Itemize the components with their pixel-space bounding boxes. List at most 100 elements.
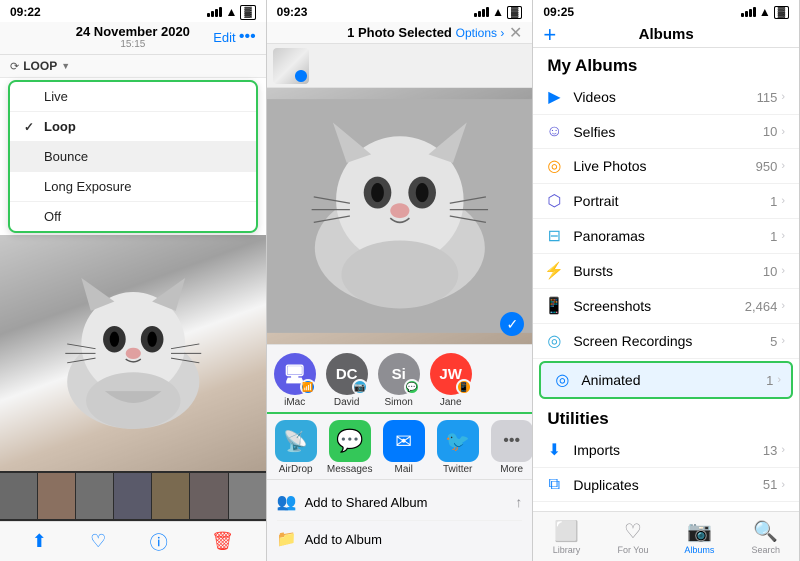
- app-name-mail: Mail: [395, 464, 413, 475]
- thumb-3[interactable]: [76, 473, 113, 519]
- wifi-icon-1: ▲: [225, 5, 237, 19]
- app-icon-messages: 💬: [329, 420, 371, 462]
- tab-albums[interactable]: 📷 Albums: [666, 519, 732, 555]
- album-item-selfies[interactable]: ☺ Selfies 10 ›: [533, 115, 799, 149]
- thumb-5[interactable]: [152, 473, 189, 519]
- contact-avatar-david: DC 📷: [326, 353, 368, 395]
- albums-title: Albums: [639, 26, 694, 43]
- dropdown-item-loop[interactable]: ✓ Loop: [10, 112, 256, 142]
- album-item-animated[interactable]: ◎ Animated 1 ›: [539, 361, 793, 399]
- album-item-duplicates[interactable]: ⧉ Duplicates 51 ›: [533, 468, 799, 502]
- app-icon-airdrop: 📡: [275, 420, 317, 462]
- dropdown-item-bounce[interactable]: Bounce: [10, 142, 256, 172]
- thumb-1[interactable]: [0, 473, 37, 519]
- album-count-selfies: 10: [763, 124, 777, 139]
- contact-badge-simon: 💬: [404, 379, 420, 395]
- wifi-icon-2: ▲: [492, 5, 504, 19]
- heart-button[interactable]: ♡: [90, 531, 106, 552]
- dropdown-item-off[interactable]: Off: [10, 202, 256, 231]
- thumb-4[interactable]: [114, 473, 151, 519]
- album-item-hidden[interactable]: 👁 Hidden 🔒 ›: [533, 502, 799, 511]
- tab-for-you[interactable]: ♡ For You: [600, 519, 666, 555]
- contact-simon[interactable]: Si 💬 Simon: [377, 353, 421, 408]
- close-button[interactable]: ✕: [509, 23, 522, 43]
- app-more[interactable]: ••• More: [489, 420, 533, 475]
- app-icon-mail: ✉: [383, 420, 425, 462]
- cat-photo-p2: [267, 88, 533, 344]
- album-name-live-photos: Live Photos: [573, 158, 755, 174]
- album-chevron-selfies: ›: [781, 126, 785, 138]
- album-item-videos[interactable]: ▶ Videos 115 ›: [533, 80, 799, 115]
- album-count-screenshots: 2,464: [745, 299, 778, 314]
- options-button[interactable]: Options ›: [456, 26, 505, 40]
- thumb-2[interactable]: [38, 473, 75, 519]
- bursts-icon: ⚡: [543, 261, 565, 281]
- album-item-live-photos[interactable]: ◎ Live Photos 950 ›: [533, 149, 799, 184]
- for-you-tab-icon: ♡: [624, 519, 642, 544]
- dropdown-item-live[interactable]: Live: [10, 82, 256, 112]
- albums-tab-icon: 📷: [687, 519, 712, 544]
- add-shared-album-action[interactable]: 👥 Add to Shared Album ↑: [277, 484, 523, 521]
- battery-icon-3: ▓: [774, 6, 789, 19]
- edit-button[interactable]: Edit: [213, 30, 235, 45]
- app-twitter[interactable]: 🐦 Twitter: [435, 420, 481, 475]
- signal-icon-3: [741, 7, 756, 17]
- selected-label: 1 Photo Selected: [347, 25, 452, 40]
- thumb-6[interactable]: [190, 473, 227, 519]
- album-count-videos: 115: [757, 90, 778, 105]
- loop-dropdown: Live ✓ Loop Bounce Long Exposure Off: [8, 80, 258, 233]
- contact-avatar-simon: Si 💬: [378, 353, 420, 395]
- album-item-portrait[interactable]: ⬡ Portrait 1 ›: [533, 184, 799, 219]
- cat-photo-p2-svg: [267, 88, 533, 344]
- albums-tab-label: Albums: [684, 545, 714, 555]
- album-chevron-animated: ›: [777, 374, 781, 386]
- panoramas-icon: ⊟: [543, 226, 565, 246]
- app-icon-twitter: 🐦: [437, 420, 479, 462]
- contact-imac[interactable]: 🖥 📶 iMac: [273, 353, 317, 408]
- album-chevron-videos: ›: [781, 91, 785, 103]
- app-messages[interactable]: 💬 Messages: [327, 420, 373, 475]
- album-chevron-duplicates: ›: [781, 479, 785, 491]
- contact-david[interactable]: DC 📷 David: [325, 353, 369, 408]
- dropdown-item-long-exposure[interactable]: Long Exposure: [10, 172, 256, 202]
- contact-jane[interactable]: JW 📱 Jane: [429, 353, 473, 408]
- tab-library[interactable]: ⬜ Library: [533, 519, 599, 555]
- album-name-videos: Videos: [573, 89, 756, 105]
- contact-avatar-jane: JW 📱: [430, 353, 472, 395]
- app-name-airdrop: AirDrop: [279, 464, 313, 475]
- album-name-portrait: Portrait: [573, 193, 770, 209]
- album-name-selfies: Selfies: [573, 124, 763, 140]
- p2-header: 1 Photo Selected Options › ✕: [267, 22, 533, 44]
- album-item-screenshots[interactable]: 📱 Screenshots 2,464 ›: [533, 289, 799, 324]
- share-button[interactable]: ⬆: [32, 531, 47, 552]
- add-album-action[interactable]: 📁 Add to Album: [277, 521, 523, 557]
- battery-icon-1: ▓: [240, 5, 255, 20]
- more-button[interactable]: •••: [239, 28, 256, 46]
- tab-search[interactable]: 🔍 Search: [733, 519, 799, 555]
- album-item-panoramas[interactable]: ⊟ Panoramas 1 ›: [533, 219, 799, 254]
- album-item-imports[interactable]: ⬇ Imports 13 ›: [533, 433, 799, 468]
- album-count-live-photos: 950: [756, 159, 778, 174]
- app-airdrop[interactable]: 📡 AirDrop: [273, 420, 319, 475]
- app-mail[interactable]: ✉ Mail: [381, 420, 427, 475]
- signal-icon-1: [207, 7, 222, 17]
- trash-button[interactable]: 🗑: [211, 531, 234, 552]
- album-item-bursts[interactable]: ⚡ Bursts 10 ›: [533, 254, 799, 289]
- my-albums-header: My Albums: [533, 48, 799, 80]
- album-name-panoramas: Panoramas: [573, 228, 770, 244]
- album-count-bursts: 10: [763, 264, 777, 279]
- library-tab-label: Library: [553, 545, 581, 555]
- battery-icon-2: ▓: [507, 6, 522, 19]
- albums-list: My Albums ▶ Videos 115 › ☺ Selfies 10 › …: [533, 48, 799, 511]
- thumb-7[interactable]: [229, 473, 266, 519]
- album-chevron-imports: ›: [781, 444, 785, 456]
- contact-name-david: David: [334, 397, 360, 408]
- utilities-header: Utilities: [533, 401, 799, 433]
- info-button[interactable]: ⓘ: [150, 529, 168, 555]
- add-shared-album-label: Add to Shared Album: [305, 495, 428, 510]
- add-button[interactable]: +: [543, 22, 556, 48]
- live-photos-icon: ◎: [543, 156, 565, 176]
- album-item-screen-recordings[interactable]: ◎ Screen Recordings 5 ›: [533, 324, 799, 359]
- loop-bar[interactable]: ⟳ LOOP ▼: [0, 55, 266, 78]
- search-tab-icon: 🔍: [753, 519, 778, 544]
